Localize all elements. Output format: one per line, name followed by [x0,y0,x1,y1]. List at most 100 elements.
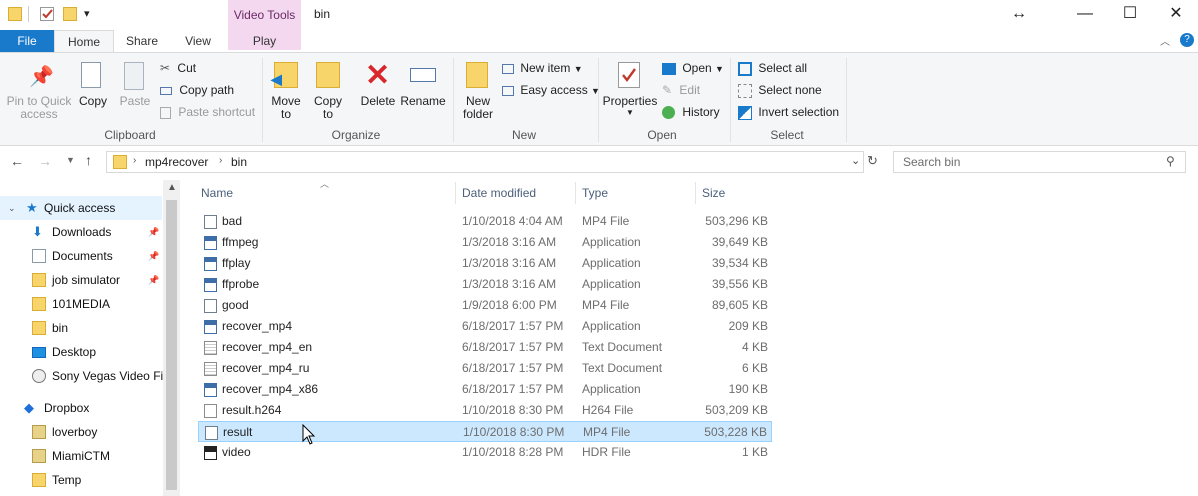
invert-selection-button[interactable]: Invert selection [738,102,839,122]
copy-path-button[interactable]: Copy path [160,80,234,100]
nav-item-miamictm[interactable]: MiamiCTM [0,444,162,468]
delete-label: Delete [360,94,396,108]
edit-button[interactable]: ✎ Edit [662,80,700,100]
tab-view[interactable]: View [176,30,220,52]
file-size: 4 KB [741,340,768,354]
scroll-up-icon[interactable]: ▲ [167,182,177,193]
file-row[interactable]: video 1/10/2018 8:28 PM HDR File 1 KB [198,442,772,463]
file-size: 89,605 KB [711,298,768,312]
paste-shortcut-button[interactable]: Paste shortcut [160,102,255,122]
pin-quick-access-button[interactable]: 📌 Pin to Quick access [4,60,74,124]
new-folder-button[interactable]: New folder [458,60,498,126]
new-item-button[interactable]: New item ▼ [502,58,583,78]
nav-quick-access[interactable]: ⌄ ★ Quick access [0,196,162,220]
rename-button[interactable]: Rename [400,60,446,126]
select-all-button[interactable]: Select all [738,58,807,78]
file-row[interactable]: result 1/10/2018 8:30 PM MP4 File 503,228 K… [198,421,772,442]
file-row[interactable]: recover_mp4_en 6/18/2017 1:57 PM Text Docu… [198,337,772,358]
maximize-button[interactable]: ☐ [1119,4,1141,24]
file-row[interactable]: result.h264 1/10/2018 8:30 PM H264 File 503… [198,400,772,421]
file-name: recover_mp4_x86 [222,382,319,396]
copy-to-button[interactable]: Copy to [310,60,346,126]
nav-item-bin[interactable]: bin [0,316,162,340]
nav-scrollbar[interactable]: ▲ [163,180,180,496]
chevron-down-icon[interactable]: ⌄ [851,154,860,167]
column-header-size[interactable]: Size [702,186,725,200]
easy-access-button[interactable]: Easy access ▼ [502,80,600,100]
resize-icon[interactable]: ↔ [1008,4,1030,24]
tab-file[interactable]: File [0,30,54,52]
column-header-type[interactable]: Type [582,186,608,200]
pin-icon[interactable]: 📌 [148,244,159,268]
folder-icon [32,273,46,287]
delete-button[interactable]: ✕ Delete [358,59,398,126]
copy-button[interactable]: Copy [76,60,110,124]
pin-icon[interactable]: 📌 [148,220,159,244]
collapse-ribbon-icon[interactable]: ︿ [1160,33,1170,48]
search-input[interactable]: Search bin ⚲ [893,151,1186,173]
customize-toolbar-icon[interactable]: ▾ [84,7,90,20]
move-to-label: Move to [271,94,301,121]
file-row[interactable]: bad 1/10/2018 4:04 AM MP4 File 503,296 KB [198,211,772,232]
move-to-icon: ◀ [271,62,298,88]
nav-item-documents[interactable]: Documents 📌 [0,244,162,268]
tab-home[interactable]: Home [54,30,114,53]
nav-item-job-simulator[interactable]: job simulator 📌 [0,268,162,292]
column-header-name[interactable]: Name [201,186,233,200]
open-label: Open [682,61,712,75]
file-date: 1/10/2018 4:04 AM [462,214,563,228]
column-header-date[interactable]: Date modified [462,186,536,200]
properties-button[interactable]: Properties ▼ [602,60,658,126]
minimize-button[interactable]: — [1074,4,1096,24]
nav-item-temp[interactable]: Temp [0,468,162,492]
scrollbar-thumb[interactable] [166,200,177,490]
refresh-icon[interactable]: ↻ [867,153,878,169]
file-row[interactable]: recover_mp4 6/18/2017 1:57 PM Application 2… [198,316,772,337]
nav-item-101media[interactable]: 101MEDIA [0,292,162,316]
nav-item-sony-vegas[interactable]: Sony Vegas Video File [0,364,173,388]
open-button[interactable]: Open ▼ [662,58,724,78]
new-item-icon [502,63,514,74]
pin-icon[interactable]: 📌 [148,268,159,292]
application-icon [204,236,217,250]
search-icon[interactable]: ⚲ [1166,154,1175,168]
pin-icon: 📌 [29,66,54,88]
address-bar[interactable]: › mp4recover › bin ⌄ [106,151,864,173]
move-to-button[interactable]: ◀ Move to [268,60,304,126]
breadcrumb-mp4recover[interactable]: mp4recover [145,155,208,169]
up-icon[interactable]: ↑ [85,152,92,168]
file-row[interactable]: good 1/9/2018 6:00 PM MP4 File 89,605 KB [198,295,772,316]
delete-icon: ✕ [365,59,391,92]
nav-item-loverboy[interactable]: loverboy [0,420,162,444]
close-button[interactable]: ✕ [1165,4,1187,24]
new-folder-icon[interactable] [63,7,77,21]
properties-icon[interactable] [40,7,54,21]
scissors-icon: ✂ [160,61,171,75]
file-type: MP4 File [583,425,631,439]
file-date: 1/10/2018 8:30 PM [463,425,565,439]
nav-dropbox[interactable]: ◆ Dropbox [0,396,162,420]
recent-locations-icon[interactable]: ▼ [66,155,75,165]
select-none-button[interactable]: Select none [738,80,822,100]
help-icon[interactable]: ? [1180,33,1194,47]
file-row[interactable]: recover_mp4_x86 6/18/2017 1:57 PM Applicat… [198,379,772,400]
forward-icon[interactable]: → [38,153,52,169]
breadcrumb-bin[interactable]: bin [231,155,247,169]
paste-button[interactable]: Paste [116,60,154,124]
file-row[interactable]: ffmpeg 1/3/2018 3:16 AM Application 39,649 … [198,232,772,253]
file-row[interactable]: ffprobe 1/3/2018 3:16 AM Application 39,556… [198,274,772,295]
cut-button[interactable]: ✂ Cut [160,58,196,78]
nav-item-downloads[interactable]: ⬇ Downloads 📌 [0,220,162,244]
application-icon [204,383,217,397]
back-icon[interactable]: ← [10,153,24,169]
copy-to-icon [316,62,340,88]
file-row[interactable]: ffplay 1/3/2018 3:16 AM Application 39,534 … [198,253,772,274]
tab-share[interactable]: Share [120,30,164,52]
file-row[interactable]: recover_mp4_ru 6/18/2017 1:57 PM Text Docu… [198,358,772,379]
tab-play[interactable]: Play [228,30,301,52]
video-tools-label: Video Tools [233,8,296,22]
history-button[interactable]: History [662,102,720,122]
clipboard-group-label: Clipboard [104,128,156,142]
nav-label: Temp [52,473,82,487]
nav-item-desktop[interactable]: Desktop [0,340,162,364]
